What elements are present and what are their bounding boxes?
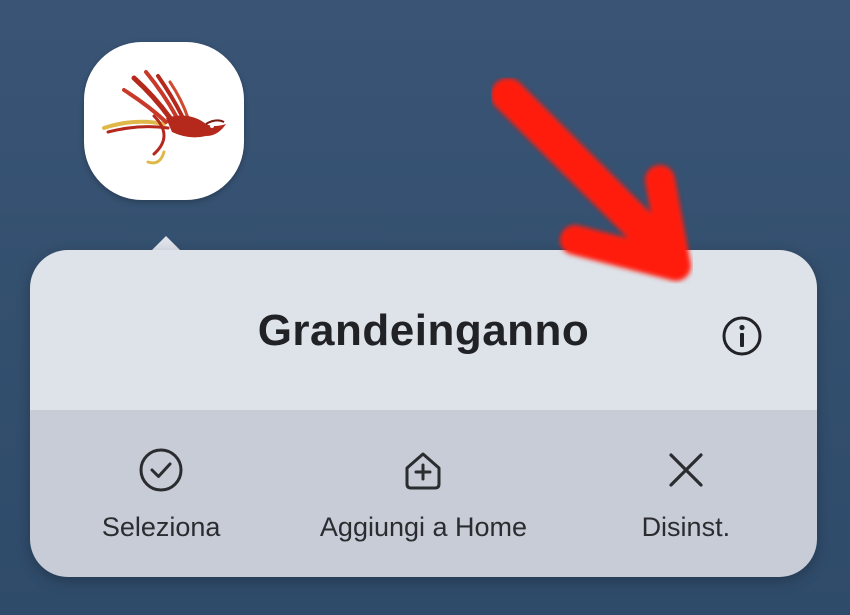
info-icon <box>722 316 762 356</box>
add-to-home-button[interactable]: Aggiungi a Home <box>292 410 554 577</box>
close-icon <box>660 444 712 496</box>
select-label: Seleziona <box>101 512 221 542</box>
uninstall-button[interactable]: Disinst. <box>555 410 817 577</box>
info-button[interactable] <box>720 314 764 358</box>
check-circle-icon <box>135 444 187 496</box>
popup-actions: Seleziona Aggiungi a Home Disinst. <box>30 410 817 577</box>
popup-header: Grandeinganno <box>30 250 817 410</box>
add-to-home-icon <box>397 444 449 496</box>
select-button[interactable]: Seleziona <box>30 410 292 577</box>
app-name: Grandeinganno <box>257 306 590 355</box>
uninstall-label: Disinst. <box>641 512 731 542</box>
app-icon-grandeinganno[interactable] <box>84 42 244 200</box>
add-to-home-label: Aggiungi a Home <box>319 512 528 542</box>
app-context-menu: Grandeinganno Seleziona Aggiungi a Home … <box>30 250 817 577</box>
bird-feather-logo-icon <box>102 70 226 165</box>
